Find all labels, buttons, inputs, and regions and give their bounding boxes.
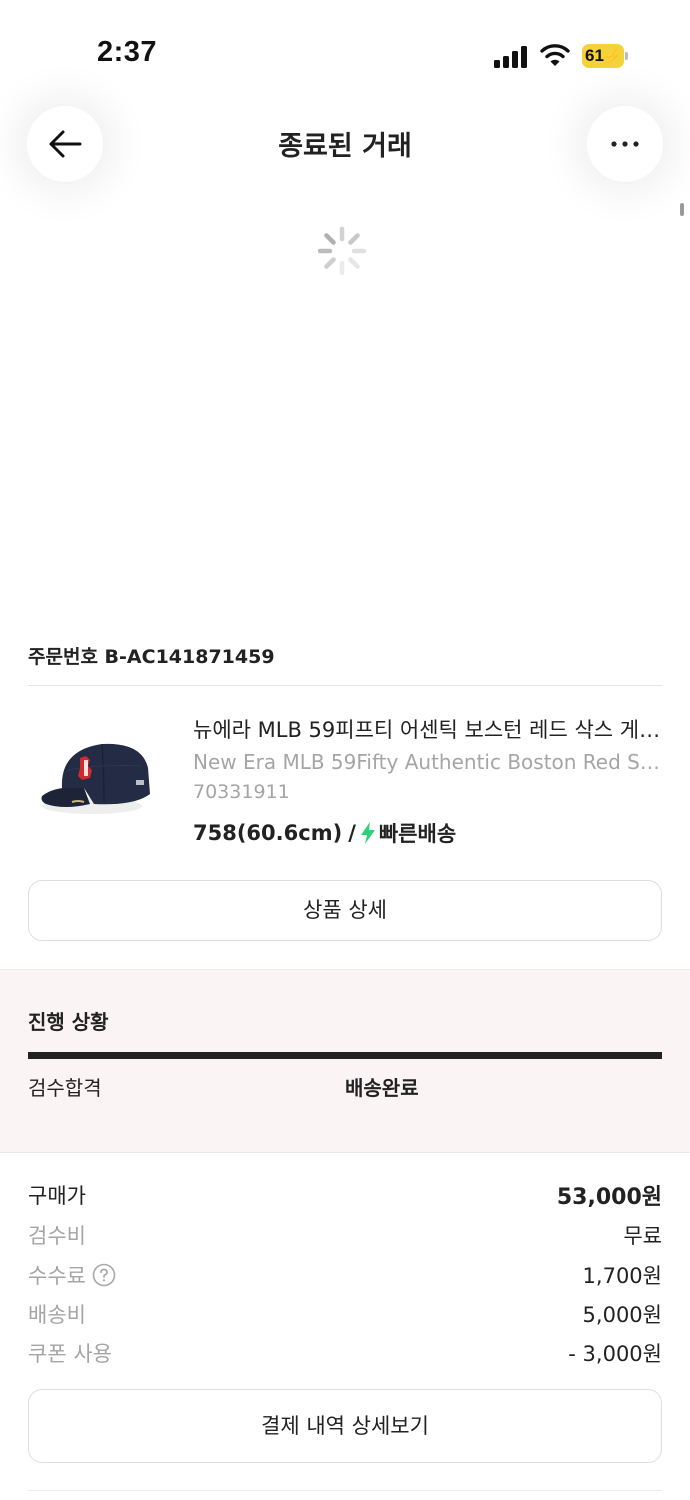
price-value: 무료 — [623, 1224, 662, 1248]
price-row-purchase: 구매가 53,000원 — [28, 1180, 662, 1210]
product-code: 70331911 — [193, 781, 290, 803]
order-number-row: 주문번호 B-AC141871459 — [28, 642, 275, 669]
battery-level: 61⚡ — [585, 46, 622, 65]
payment-details-button[interactable]: 결제 내역 상세보기 — [28, 1389, 662, 1463]
separator: / — [348, 821, 356, 845]
progress-step-delivered: 배송완료 — [345, 1076, 419, 1100]
progress-title: 진행 상황 — [28, 1010, 109, 1034]
product-name[interactable]: 뉴에라 MLB 59피프티 어센틱 보스턴 레드 삭스 게임 캡 — [193, 714, 663, 744]
scroll-indicator[interactable] — [680, 203, 684, 216]
question-circle-icon[interactable] — [92, 1263, 116, 1287]
price-label: 배송비 — [28, 1303, 86, 1327]
order-number-value: B-AC141871459 — [104, 646, 275, 668]
divider — [28, 1490, 662, 1491]
price-label: 구매가 — [28, 1184, 86, 1208]
wifi-icon — [540, 44, 570, 66]
price-label: 쿠폰 사용 — [28, 1342, 112, 1366]
ellipsis-icon — [611, 141, 639, 147]
progress-step-inspection-passed: 검수합격 — [28, 1076, 102, 1100]
price-label: 검수비 — [28, 1224, 86, 1248]
battery-tip — [625, 52, 628, 60]
price-row-shipping-fee: 배송비 5,000원 — [28, 1299, 662, 1329]
product-detail-button[interactable]: 상품 상세 — [28, 880, 662, 941]
price-row-coupon: 쿠폰 사용 - 3,000원 — [28, 1338, 662, 1368]
price-value: 1,700원 — [582, 1264, 662, 1288]
page: 2:37 61⚡ 종료된 거래 주문번호 B-AC141871459 뉴에라 M… — [0, 0, 690, 1500]
shipping-type: 빠른배송 — [378, 822, 457, 846]
cellular-signal-icon — [494, 46, 527, 68]
price-row-commission: 수수료 1,700원 — [28, 1260, 662, 1290]
progress-fill — [28, 1052, 662, 1059]
product-image[interactable] — [38, 730, 156, 825]
order-number-label: 주문번호 — [28, 646, 98, 668]
progress-section: 진행 상황 검수합격 배송완료 — [0, 969, 690, 1153]
product-option: 758(60.6cm) / 빠른배송 — [193, 818, 456, 848]
price-value: 53,000원 — [556, 1185, 662, 1210]
status-bar: 2:37 61⚡ — [0, 0, 690, 100]
price-row-inspection-fee: 검수비 무료 — [28, 1220, 662, 1250]
more-options-button[interactable] — [587, 106, 663, 182]
product-size: 758(60.6cm) — [193, 821, 343, 845]
battery-icon: 61⚡ — [582, 44, 628, 68]
price-value: - 3,000원 — [568, 1342, 662, 1366]
status-time: 2:37 — [97, 36, 158, 68]
lightning-bolt-icon — [360, 822, 375, 844]
loading-spinner-icon — [318, 226, 366, 276]
divider — [28, 685, 662, 686]
price-label: 수수료 — [28, 1264, 86, 1288]
progress-bar — [28, 1052, 662, 1059]
product-name-english: New Era MLB 59Fifty Authentic Boston Red… — [193, 750, 663, 774]
price-label-wrapper: 수수료 — [28, 1260, 116, 1290]
price-value: 5,000원 — [582, 1303, 662, 1327]
